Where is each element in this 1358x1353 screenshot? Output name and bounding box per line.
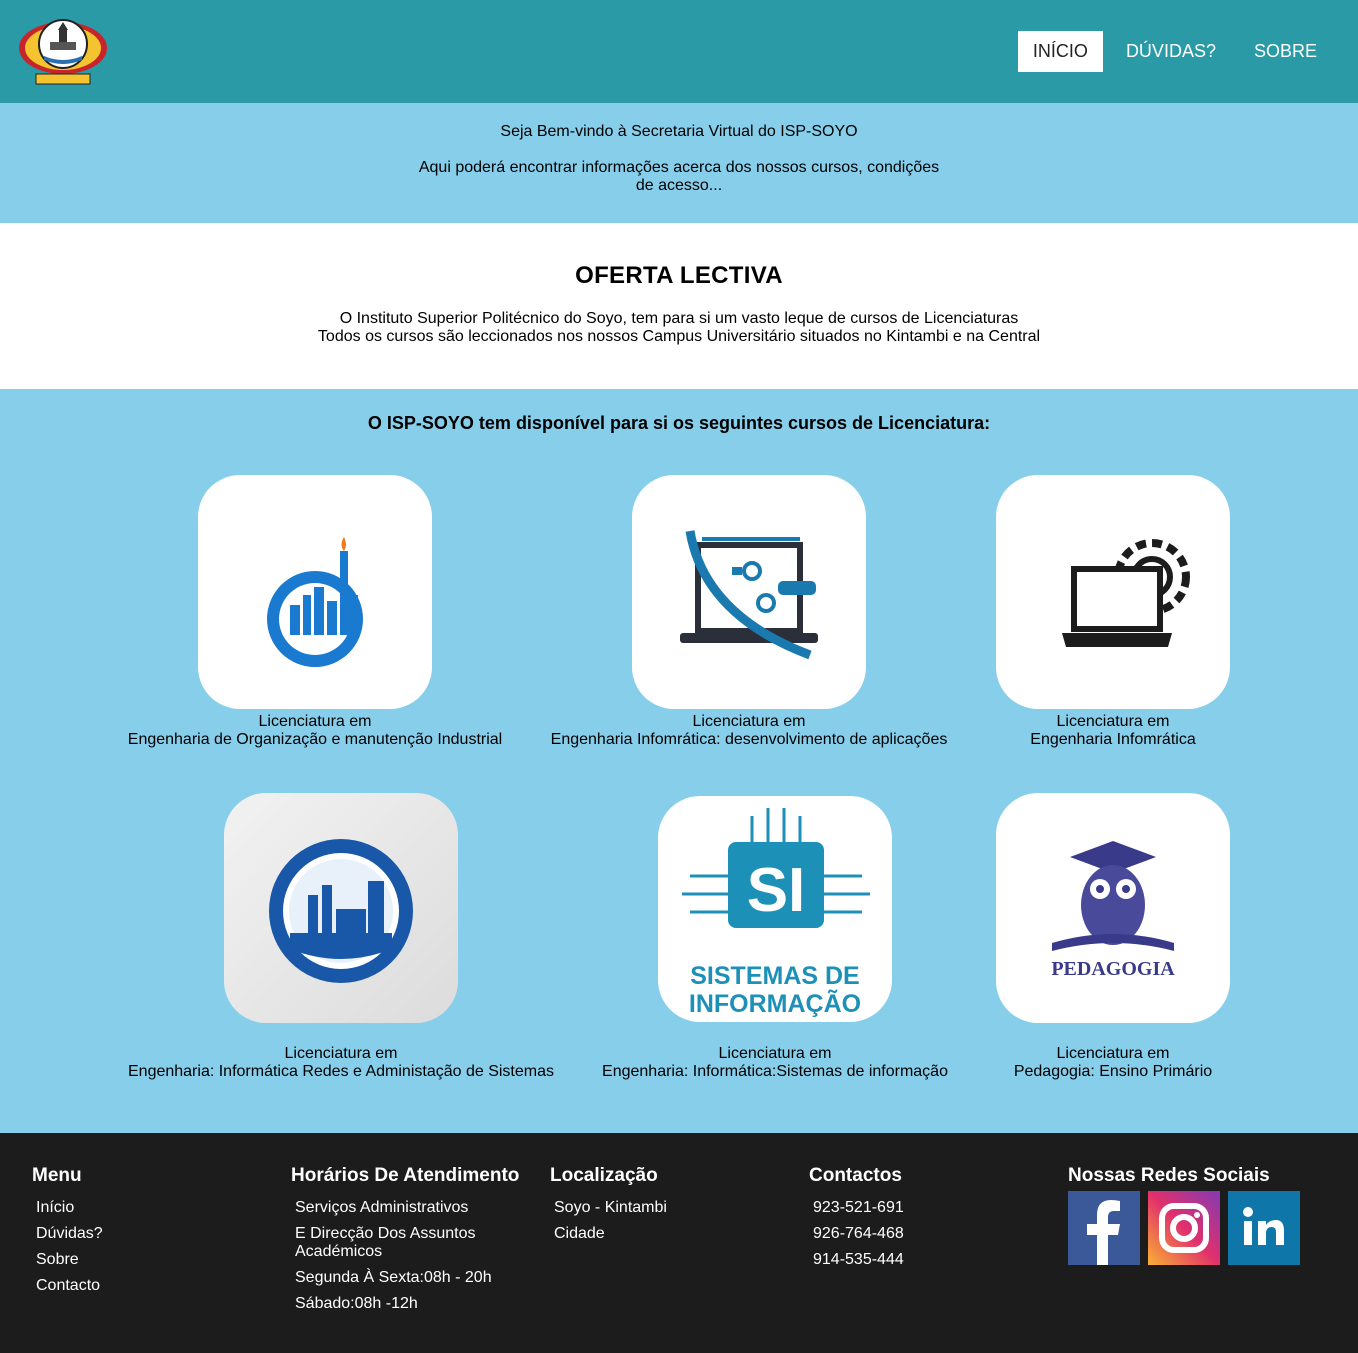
footer-link-sobre[interactable]: Sobre <box>36 1251 79 1268</box>
footer-location: Localização Soyo - Kintambi Cidade <box>550 1165 800 1251</box>
footer-social-title: Nossas Redes Sociais <box>1068 1165 1270 1186</box>
si-logo-line-1: SISTEMAS DE <box>690 962 859 990</box>
course-card-redes[interactable] <box>224 793 458 1023</box>
nav-inicio[interactable]: INÍCIO <box>1017 31 1103 72</box>
laptop-tools-icon <box>680 530 818 660</box>
footer: Menu Início Dúvidas? Sobre Contacto Horá… <box>0 1133 1358 1353</box>
si-logo-text: SI <box>747 856 806 925</box>
footer-menu-title: Menu <box>32 1165 82 1186</box>
hours-item: Segunda À Sexta:08h - 20h <box>295 1269 492 1286</box>
factory-gear-icon <box>269 839 413 983</box>
footer-contacts: Contactos 923-521-691 926-764-468 914-53… <box>809 1165 1059 1277</box>
industrial-gear-icon <box>267 537 363 667</box>
course-prefix: Licenciatura em <box>692 713 806 730</box>
offer-line-1: O Instituto Superior Politécnico do Soyo… <box>339 310 1019 327</box>
footer-hours: Horários De Atendimento Serviços Adminis… <box>291 1165 531 1321</box>
owl-graduate-icon: PEDAGOGIA <box>1051 841 1175 980</box>
nav-sobre[interactable]: SOBRE <box>1239 31 1332 72</box>
nav-duvidas[interactable]: DÚVIDAS? <box>1111 31 1231 72</box>
hours-item: Serviços Administrativos <box>295 1199 469 1216</box>
header: INÍCIO DÚVIDAS? SOBRE <box>0 0 1358 103</box>
main-nav: INÍCIO DÚVIDAS? SOBRE <box>1017 31 1332 72</box>
course-prefix: Licenciatura em <box>1056 713 1170 730</box>
course-name: Engenharia: Informática:Sistemas de info… <box>602 1063 948 1080</box>
course-prefix: Licenciatura em <box>718 1045 832 1062</box>
footer-location-title: Localização <box>550 1165 658 1186</box>
pedagogia-logo-text: PEDAGOGIA <box>1051 958 1175 980</box>
location-item: Soyo - Kintambi <box>554 1199 667 1216</box>
footer-link-contacto[interactable]: Contacto <box>36 1277 100 1294</box>
phone-number: 914-535-444 <box>813 1251 904 1268</box>
course-name: Engenharia Infomrática: desenvolvimento … <box>550 731 948 748</box>
footer-link-duvidas[interactable]: Dúvidas? <box>36 1225 103 1242</box>
footer-hours-title: Horários De Atendimento <box>291 1165 520 1186</box>
course-card-sistemas[interactable]: SI SISTEMAS DE INFORMAÇÃO <box>658 796 892 1022</box>
course-card-informatica[interactable] <box>996 475 1230 709</box>
footer-contacts-title: Contactos <box>809 1165 902 1186</box>
instagram-icon[interactable] <box>1148 1191 1220 1265</box>
course-prefix: Licenciatura em <box>1056 1045 1170 1062</box>
course-prefix: Licenciatura em <box>258 713 372 730</box>
offer-title: OFERTA LECTIVA <box>575 262 783 289</box>
welcome-line: Seja Bem-vindo à Secretaria Virtual do I… <box>500 123 858 140</box>
footer-menu: Menu Início Dúvidas? Sobre Contacto <box>32 1165 282 1303</box>
offer-line-2: Todos os cursos são leccionados nos noss… <box>317 328 1041 345</box>
linkedin-icon[interactable] <box>1228 1191 1300 1265</box>
course-card-pedagogia[interactable]: PEDAGOGIA <box>996 793 1230 1023</box>
isp-soyo-logo[interactable] <box>16 12 110 90</box>
si-logo-line-2: INFORMAÇÃO <box>689 988 861 1018</box>
footer-link-inicio[interactable]: Início <box>36 1199 74 1216</box>
phone-number: 923-521-691 <box>813 1199 904 1216</box>
hours-item: Sábado:08h -12h <box>295 1295 418 1312</box>
welcome-description: Aqui poderá encontrar informações acerca… <box>418 159 940 194</box>
course-name: Engenharia de Organização e manutenção I… <box>127 731 503 748</box>
courses-section: O ISP-SOYO tem disponível para si os seg… <box>0 389 1358 1133</box>
si-chip-icon: SI SISTEMAS DE INFORMAÇÃO <box>682 808 870 1018</box>
location-item: Cidade <box>554 1225 605 1242</box>
laptop-gear-icon <box>1062 539 1190 647</box>
hours-item: E Direcção Dos Assuntos Académicos <box>295 1225 476 1260</box>
courses-heading: O ISP-SOYO tem disponível para si os seg… <box>367 413 991 433</box>
facebook-icon[interactable] <box>1068 1191 1140 1265</box>
footer-social: Nossas Redes Sociais <box>1068 1165 1318 1265</box>
course-name: Engenharia: Informática Redes e Administ… <box>127 1063 555 1080</box>
course-card-industrial[interactable] <box>198 475 432 709</box>
phone-number: 926-764-468 <box>813 1225 904 1242</box>
course-name: Engenharia Infomrática <box>1030 731 1196 748</box>
course-card-desenvolvimento[interactable] <box>632 475 866 709</box>
offer-section: OFERTA LECTIVA O Instituto Superior Poli… <box>0 223 1358 389</box>
course-name: Pedagogia: Ensino Primário <box>1013 1063 1213 1080</box>
welcome-banner: Seja Bem-vindo à Secretaria Virtual do I… <box>0 103 1358 223</box>
course-prefix: Licenciatura em <box>284 1045 398 1062</box>
